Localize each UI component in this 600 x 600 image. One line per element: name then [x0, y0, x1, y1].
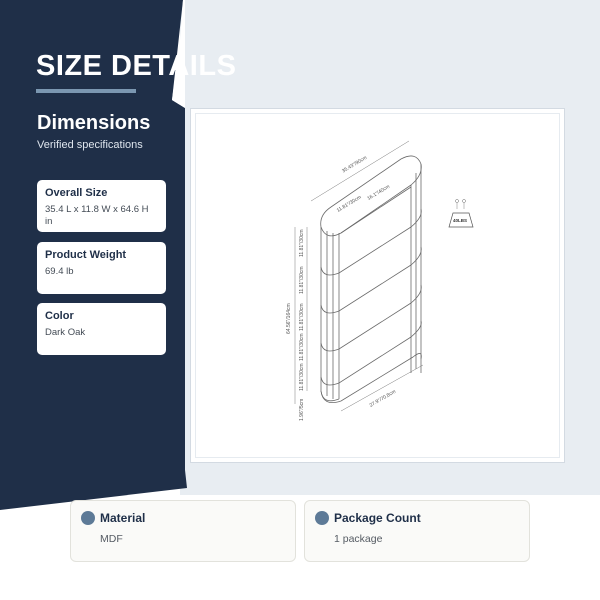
dim-shelf-gap-1: 11.81"/30cm [299, 229, 305, 257]
dim-inner-length: 16.1"/40cm [366, 184, 391, 202]
material-label: Material [100, 511, 146, 525]
section-subtitle: Verified specifications [37, 139, 143, 151]
package-count-card: Package Count 1 package [304, 500, 530, 562]
dim-top-length: 35.43"/90cm [341, 155, 368, 175]
spec-label: Product Weight [45, 249, 127, 261]
shelf-1 [320, 208, 422, 276]
title-underline [36, 89, 136, 93]
dim-bottom-length: 27.9"/70.8cm [369, 389, 397, 409]
package-count-label: Package Count [334, 511, 421, 525]
shelf-base [320, 353, 422, 404]
dim-shelf-gap-3: 11.81"/30cm [299, 303, 305, 331]
page-title: SIZE DETAILS [36, 50, 237, 82]
bookshelf-diagram: 35.43"/90cm 16.1"/40cm 11.81"/30cm 64.56… [286, 140, 474, 421]
dim-shelf-gap-5: 11.81"/30cm [299, 363, 305, 391]
spec-label: Overall Size [45, 187, 108, 199]
material-value: MDF [100, 533, 123, 545]
spec-card-product-weight: Product Weight 69.4 lb [37, 242, 166, 294]
dim-top-length-line [310, 140, 410, 202]
spec-value: 35.4 L x 11.8 W x 64.6 H in [45, 204, 149, 227]
package-count-value: 1 package [334, 533, 383, 545]
spec-card-overall-size: Overall Size 35.4 L x 11.8 W x 64.6 H in [37, 180, 166, 232]
dim-base-height: 1.96"/5cm [299, 399, 305, 421]
dimension-drawing: 35.43"/90cm 16.1"/40cm 11.81"/30cm 64.56… [190, 108, 565, 463]
dim-shelf-gap-4: 11.81"/30cm [299, 333, 305, 361]
left-column [320, 227, 340, 402]
spec-card-color: Color Dark Oak [37, 303, 166, 355]
bullet-dot [315, 511, 329, 525]
material-card: Material MDF [70, 500, 296, 562]
dim-bottom-line [340, 364, 424, 412]
shelf-2 [320, 246, 422, 314]
shelf-3 [320, 284, 422, 352]
spec-value: 69.4 lb [45, 266, 74, 277]
dim-total-height: 64.56"/164cm [286, 303, 292, 334]
bullet-dot [81, 511, 95, 525]
dim-depth: 11.81"/30cm [336, 194, 363, 213]
shelf-4 [320, 320, 422, 386]
spec-value: Dark Oak [45, 327, 86, 338]
spec-label: Color [45, 310, 74, 322]
section-title: Dimensions [37, 112, 151, 134]
load-capacity-label: 40LBS [453, 218, 467, 223]
dim-shelf-gap-2: 11.81"/30cm [299, 266, 305, 294]
